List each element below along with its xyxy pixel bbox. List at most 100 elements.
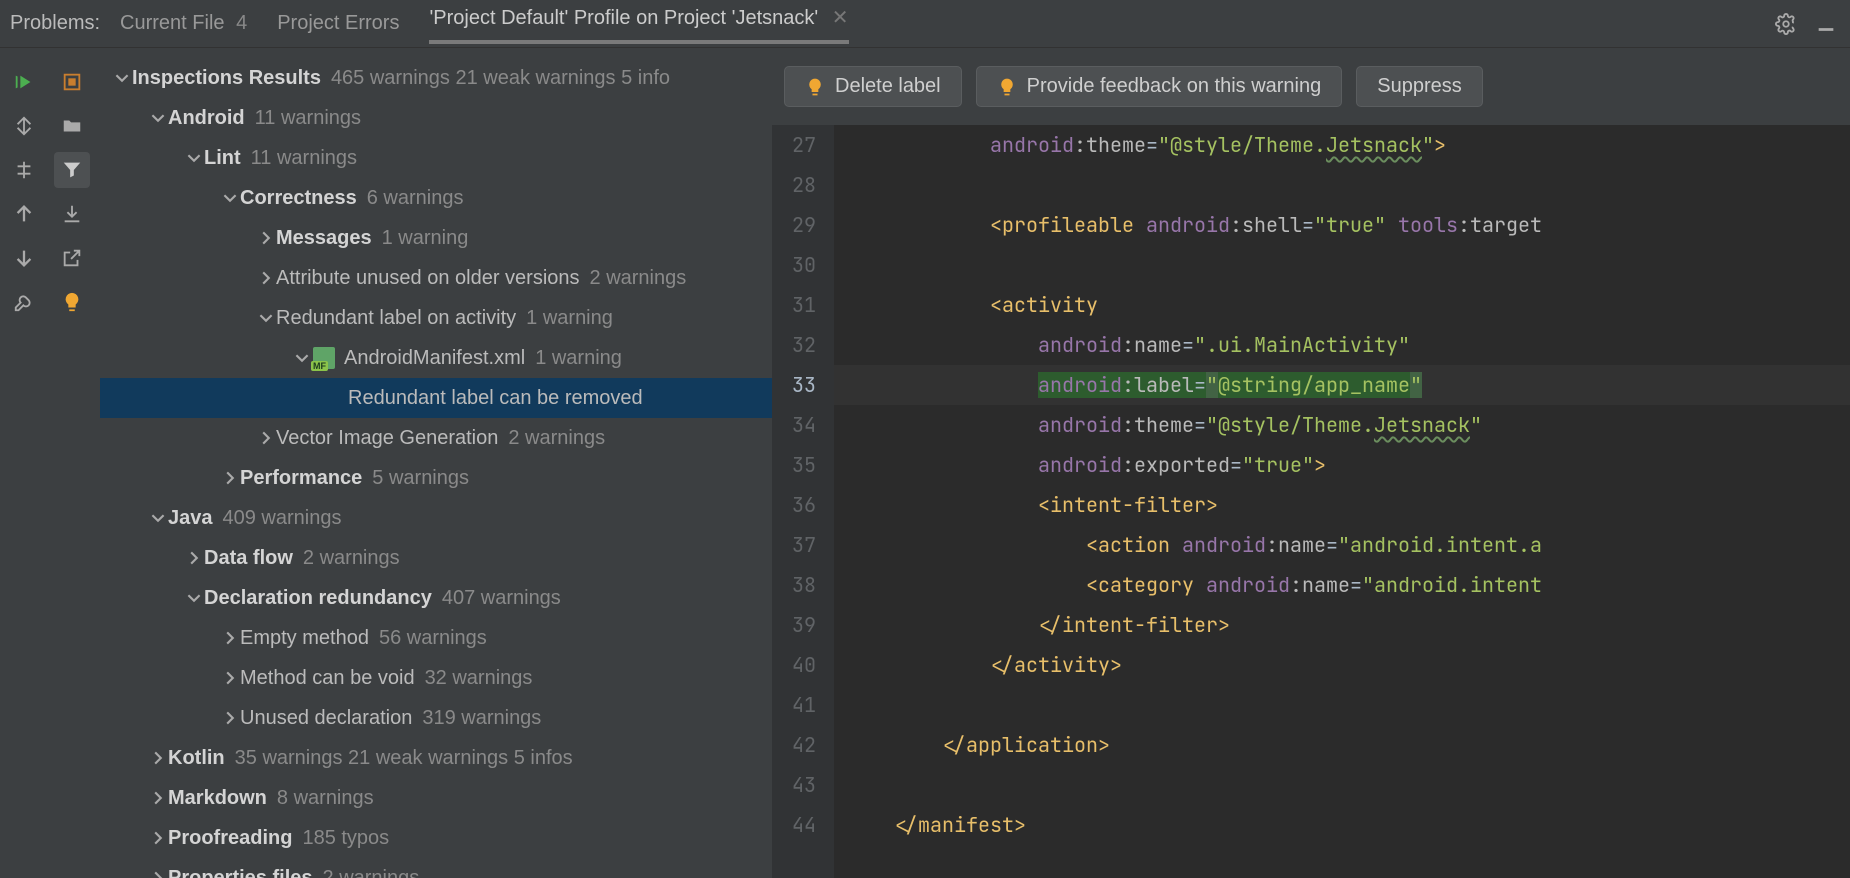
tree-row[interactable]: Markdown8 warnings bbox=[100, 778, 772, 818]
tree-row[interactable]: Android11 warnings bbox=[100, 98, 772, 138]
tree-item-count: 2 warnings bbox=[303, 547, 400, 570]
tree-item-label: Messages bbox=[276, 227, 372, 250]
line-number: 36 bbox=[772, 485, 816, 525]
tab-project-errors[interactable]: Project Errors bbox=[277, 12, 399, 35]
tree-item-count: 5 warnings bbox=[372, 467, 469, 490]
tree-item-label: Redundant label can be removed bbox=[348, 387, 643, 410]
tree-item-label: Unused declaration bbox=[240, 707, 412, 730]
chevron-down-icon[interactable] bbox=[148, 111, 168, 125]
bulb-icon bbox=[805, 77, 825, 97]
chevron-down-icon[interactable] bbox=[256, 311, 276, 325]
tree-row[interactable]: Proofreading185 typos bbox=[100, 818, 772, 858]
tree-item-label: Redundant label on activity bbox=[276, 307, 516, 330]
tree-item-label: Empty method bbox=[240, 627, 369, 650]
tree-row[interactable]: Lint11 warnings bbox=[100, 138, 772, 178]
expand-all-icon[interactable] bbox=[6, 108, 42, 144]
chevron-right-icon[interactable] bbox=[148, 831, 168, 845]
chevron-right-icon[interactable] bbox=[148, 791, 168, 805]
tree-row[interactable]: Redundant label on activity1 warning bbox=[100, 298, 772, 338]
chevron-right-icon[interactable] bbox=[256, 431, 276, 445]
chevron-down-icon[interactable] bbox=[184, 591, 204, 605]
tree-row[interactable]: Java409 warnings bbox=[100, 498, 772, 538]
tree-item-count: 2 warnings bbox=[508, 427, 605, 450]
close-icon[interactable]: ✕ bbox=[832, 7, 849, 29]
module-icon[interactable] bbox=[54, 64, 90, 100]
gear-icon[interactable] bbox=[1772, 10, 1800, 38]
chevron-right-icon[interactable] bbox=[256, 271, 276, 285]
open-in-icon[interactable] bbox=[54, 240, 90, 276]
tree-row[interactable]: Performance 5 warnings bbox=[100, 458, 772, 498]
tree-item-label: Performance bbox=[240, 467, 362, 490]
tree-root-count: 465 warnings 21 weak warnings 5 info bbox=[331, 67, 670, 90]
tree-row[interactable]: Kotlin35 warnings 21 weak warnings 5 inf… bbox=[100, 738, 772, 778]
tree-item-label: Method can be void bbox=[240, 667, 415, 690]
tab-inspection-profile[interactable]: 'Project Default' Profile on Project 'Je… bbox=[429, 5, 848, 44]
rerun-icon[interactable] bbox=[6, 64, 42, 100]
code-line: </activity> bbox=[834, 645, 1850, 685]
collapse-all-icon[interactable] bbox=[6, 152, 42, 188]
code-line: <category android:name="android.intent bbox=[834, 565, 1850, 605]
tree-item-count: 1 warning bbox=[382, 227, 469, 250]
tab-current-file[interactable]: Current File 4 bbox=[120, 12, 247, 35]
chevron-right-icon[interactable] bbox=[148, 871, 168, 878]
line-number: 44 bbox=[772, 805, 816, 845]
line-number: 28 bbox=[772, 165, 816, 205]
chevron-down-icon[interactable] bbox=[220, 191, 240, 205]
line-number: 27 bbox=[772, 125, 816, 165]
delete-label-button[interactable]: Delete label bbox=[784, 66, 962, 107]
manifest-file-icon: MF bbox=[312, 346, 336, 370]
tree-item-count: 32 warnings bbox=[425, 667, 533, 690]
export-icon[interactable] bbox=[54, 196, 90, 232]
feedback-button[interactable]: Provide feedback on this warning bbox=[976, 66, 1343, 107]
chevron-right-icon[interactable] bbox=[220, 471, 240, 485]
bulb-icon[interactable] bbox=[54, 284, 90, 320]
wrench-icon[interactable] bbox=[6, 284, 42, 320]
chevron-right-icon[interactable] bbox=[220, 671, 240, 685]
chevron-right-icon[interactable] bbox=[184, 551, 204, 565]
tree-row[interactable]: MFAndroidManifest.xml1 warning bbox=[100, 338, 772, 378]
tree-root[interactable]: Inspections Results 465 warnings 21 weak… bbox=[100, 58, 772, 98]
minimize-icon[interactable] bbox=[1812, 10, 1840, 38]
tree-item-label: Attribute unused on older versions bbox=[276, 267, 580, 290]
inspection-tree[interactable]: Inspections Results 465 warnings 21 weak… bbox=[100, 48, 772, 878]
tree-row[interactable]: Attribute unused on older versions 2 warn… bbox=[100, 258, 772, 298]
tree-row[interactable]: Unused declaration319 warnings bbox=[100, 698, 772, 738]
tree-row[interactable]: Correctness6 warnings bbox=[100, 178, 772, 218]
tree-row[interactable]: Data flow2 warnings bbox=[100, 538, 772, 578]
tree-item-label: Vector Image Generation bbox=[276, 427, 498, 450]
code-lines: android:theme="@style/Theme.Jetsnack"> <… bbox=[834, 125, 1850, 878]
code-line: <action android:name="android.intent.a bbox=[834, 525, 1850, 565]
tree-item-label: Declaration redundancy bbox=[204, 587, 432, 610]
next-occurrence-icon[interactable] bbox=[6, 240, 42, 276]
line-number: 42 bbox=[772, 725, 816, 765]
line-number: 31 bbox=[772, 285, 816, 325]
chevron-right-icon[interactable] bbox=[256, 231, 276, 245]
filter-icon[interactable] bbox=[54, 152, 90, 188]
chevron-down-icon[interactable] bbox=[184, 151, 204, 165]
code-editor[interactable]: 272829303132333435363738394041424344 and… bbox=[772, 125, 1850, 878]
line-number: 35 bbox=[772, 445, 816, 485]
chevron-right-icon[interactable] bbox=[220, 631, 240, 645]
tree-row[interactable]: Method can be void 32 warnings bbox=[100, 658, 772, 698]
tree-row[interactable]: Vector Image Generation 2 warnings bbox=[100, 418, 772, 458]
tree-row[interactable]: Redundant label can be removed bbox=[100, 378, 772, 418]
chevron-down-icon[interactable] bbox=[292, 351, 312, 365]
tree-item-count: 2 warnings bbox=[590, 267, 687, 290]
folder-icon[interactable] bbox=[54, 108, 90, 144]
tree-row[interactable]: Empty method 56 warnings bbox=[100, 618, 772, 658]
code-line: android:theme="@style/Theme.Jetsnack" bbox=[834, 405, 1850, 445]
prev-occurrence-icon[interactable] bbox=[6, 196, 42, 232]
chevron-right-icon[interactable] bbox=[220, 711, 240, 725]
tree-row[interactable]: Properties files2 warnings bbox=[100, 858, 772, 878]
quick-fix-bar: Delete label Provide feedback on this wa… bbox=[772, 48, 1850, 125]
suppress-button[interactable]: Suppress bbox=[1356, 66, 1483, 107]
line-number: 34 bbox=[772, 405, 816, 445]
tree-item-count: 185 typos bbox=[302, 827, 389, 850]
chevron-down-icon[interactable] bbox=[148, 511, 168, 525]
line-number: 38 bbox=[772, 565, 816, 605]
tree-row[interactable]: Messages 1 warning bbox=[100, 218, 772, 258]
tree-item-count: 56 warnings bbox=[379, 627, 487, 650]
tree-row[interactable]: Declaration redundancy407 warnings bbox=[100, 578, 772, 618]
chevron-right-icon[interactable] bbox=[148, 751, 168, 765]
code-line: android:exported="true"> bbox=[834, 445, 1850, 485]
